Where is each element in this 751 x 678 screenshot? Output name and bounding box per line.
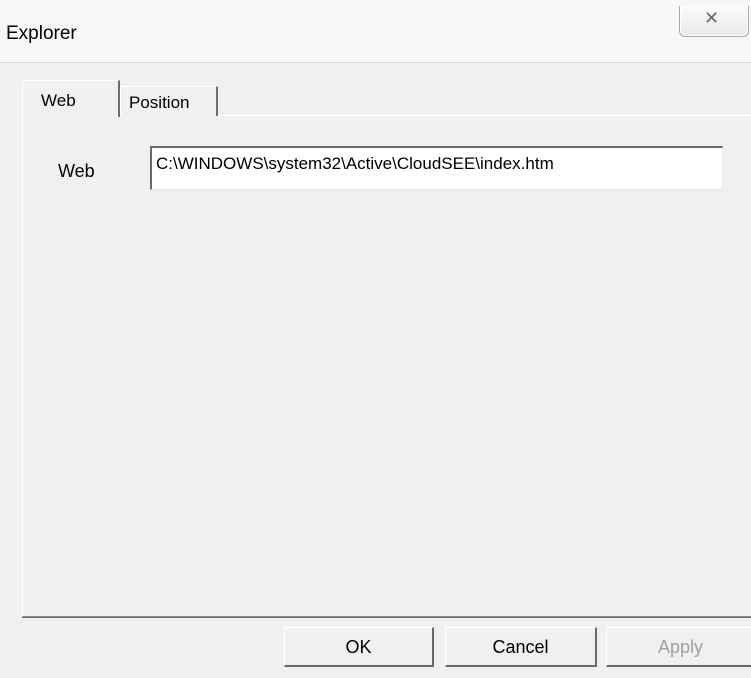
- explorer-dialog: Explorer ✕ Web Position Web C:\WINDOWS\s…: [0, 0, 751, 678]
- window-title: Explorer: [6, 23, 77, 44]
- close-icon: ✕: [704, 8, 720, 29]
- tab-web-label: Web: [41, 91, 76, 110]
- tab-panel-web: [22, 115, 751, 617]
- tab-position[interactable]: Position: [120, 86, 218, 116]
- web-path-input[interactable]: C:\WINDOWS\system32\Active\CloudSEE\inde…: [150, 146, 723, 190]
- apply-button[interactable]: Apply: [606, 627, 751, 667]
- close-button[interactable]: ✕: [679, 6, 749, 37]
- cancel-button[interactable]: Cancel: [445, 627, 597, 667]
- tab-web[interactable]: Web: [22, 80, 120, 117]
- title-bar: Explorer ✕: [0, 0, 751, 62]
- web-field-label: Web: [58, 161, 95, 181]
- tab-position-label: Position: [129, 93, 190, 112]
- ok-button[interactable]: OK: [284, 627, 434, 667]
